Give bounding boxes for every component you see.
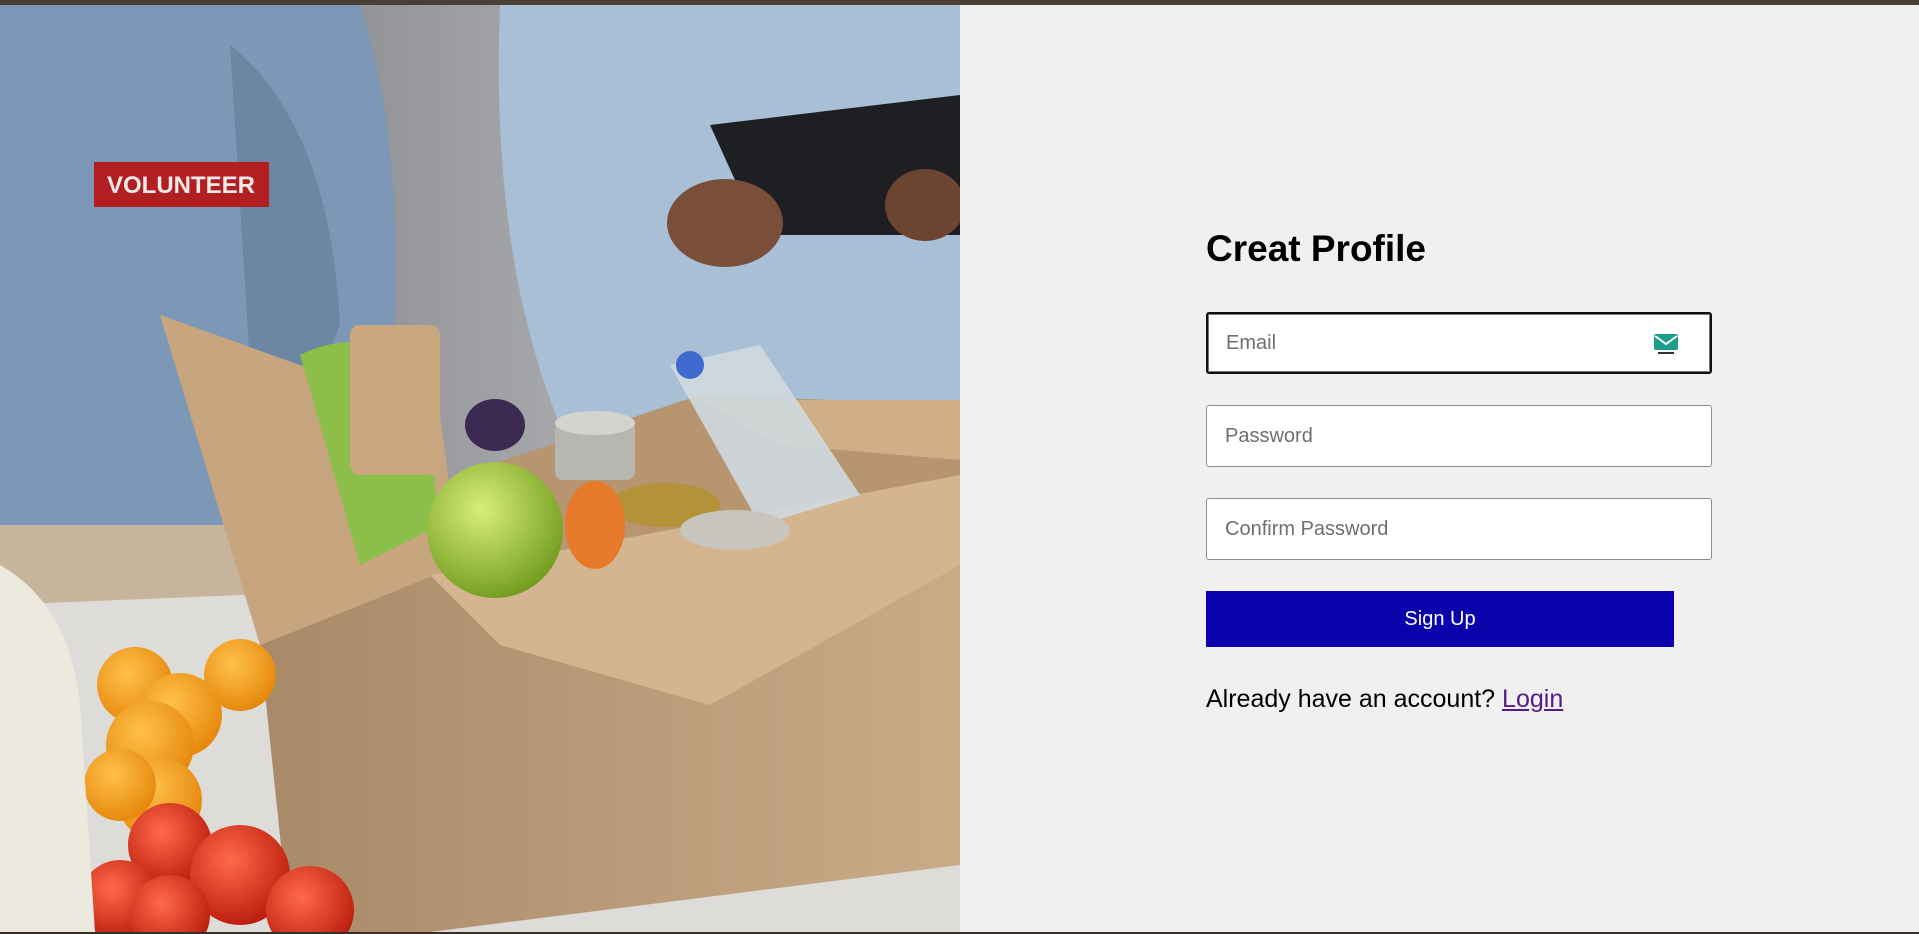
password-field-container [1206, 405, 1712, 467]
signup-panel: Creat Profile Sign Up Already have an ac… [960, 5, 1919, 932]
signup-form: Creat Profile Sign Up Already have an ac… [1206, 227, 1712, 714]
email-field[interactable] [1208, 314, 1710, 372]
confirm-password-field[interactable] [1207, 499, 1711, 559]
hero-image: VOLUNTEER [0, 5, 960, 932]
password-field[interactable] [1207, 406, 1711, 466]
mail-icon [1654, 334, 1678, 354]
login-prompt: Already have an account? Login [1206, 685, 1712, 714]
login-link[interactable]: Login [1502, 685, 1563, 713]
login-prompt-text: Already have an account? [1206, 685, 1496, 713]
email-field-container [1206, 312, 1712, 374]
confirm-password-field-container [1206, 498, 1712, 560]
sign-up-button[interactable]: Sign Up [1206, 591, 1674, 647]
page-title: Creat Profile [1206, 228, 1427, 269]
volunteer-badge-text: VOLUNTEER [107, 172, 255, 199]
